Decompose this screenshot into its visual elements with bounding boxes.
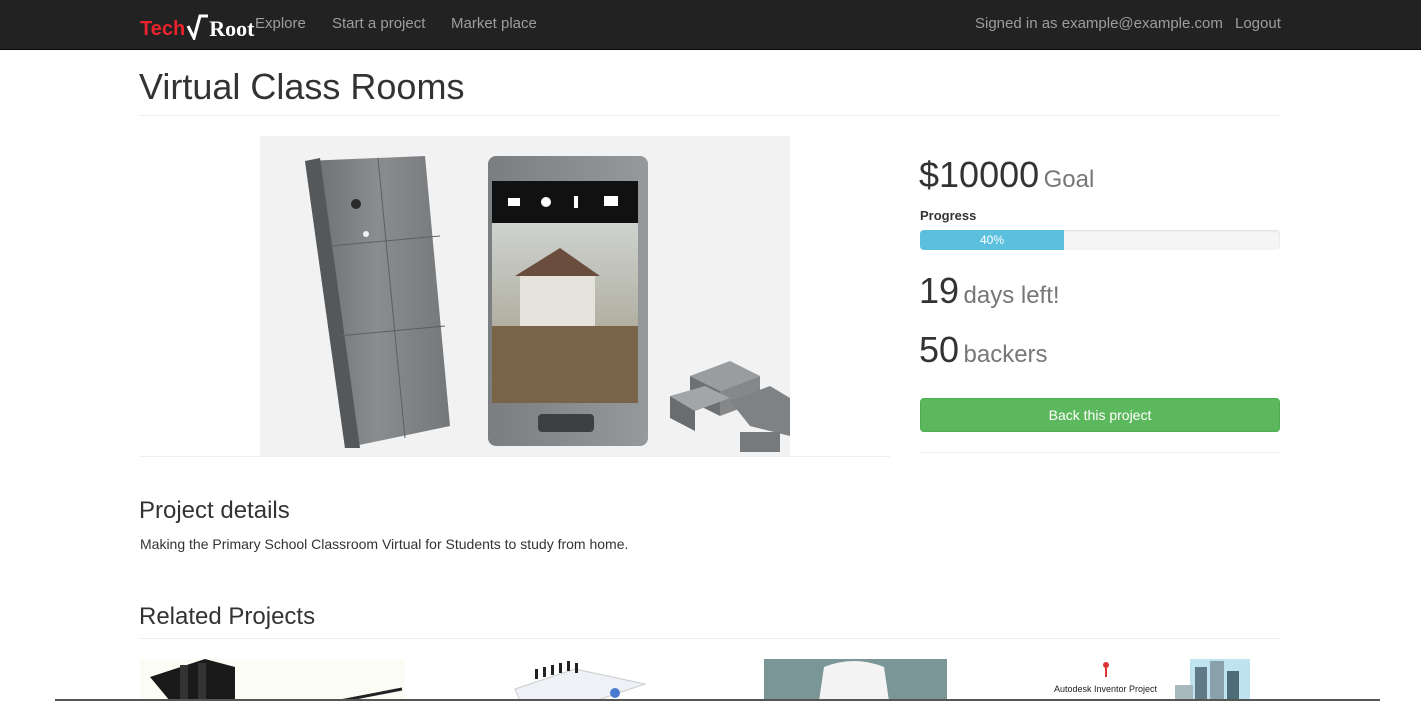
- brand-logo-mark-icon: [186, 12, 209, 43]
- goal-stat: $10000 Goal: [919, 154, 1094, 196]
- logout-link[interactable]: Logout: [1235, 15, 1281, 33]
- image-underline: [140, 456, 890, 457]
- related-project-thumb-3[interactable]: [764, 659, 947, 701]
- brand-logo-root: Root: [209, 16, 255, 41]
- brand-logo-tech: Tech: [140, 18, 186, 40]
- signed-in-text: Signed in as example@example.com: [975, 15, 1223, 32]
- back-project-button[interactable]: Back this project: [920, 398, 1280, 432]
- related-project-thumb-4[interactable]: Autodesk Inventor Project: [1040, 659, 1255, 701]
- days-left-label: days left!: [963, 282, 1060, 309]
- nav-market-place[interactable]: Market place: [451, 15, 537, 33]
- nav-start-project[interactable]: Start a project: [332, 15, 425, 33]
- related-divider: [140, 638, 1280, 639]
- related-project-thumb-1[interactable]: [140, 659, 405, 701]
- related-project-caption-4: Autodesk Inventor Project: [1054, 684, 1158, 694]
- progress-bar-fill: 40%: [920, 230, 1064, 250]
- navbar: Tech Root Explore Start a project Market…: [0, 0, 1421, 50]
- goal-label: Goal: [1043, 166, 1095, 193]
- backers-stat: 50 backers: [919, 329, 1048, 371]
- brand-logo[interactable]: Tech Root: [140, 10, 255, 43]
- backers-value: 50: [919, 329, 960, 370]
- project-details-text: Making the Primary School Classroom Virt…: [140, 536, 629, 552]
- title-divider: [140, 115, 1280, 116]
- project-image-container: [140, 136, 890, 457]
- days-left-stat: 19 days left!: [919, 270, 1060, 312]
- nav-explore[interactable]: Explore: [255, 15, 306, 33]
- page-title: Virtual Class Rooms: [139, 66, 465, 107]
- project-details-heading: Project details: [139, 497, 290, 524]
- backers-label: backers: [963, 341, 1048, 368]
- progress-bar: 40%: [920, 230, 1280, 250]
- stats-divider: [920, 452, 1280, 453]
- days-left-value: 19: [919, 270, 960, 311]
- goal-amount: $10000: [919, 154, 1040, 195]
- project-image: [260, 136, 790, 457]
- related-projects-heading: Related Projects: [139, 603, 316, 630]
- related-project-thumb-2[interactable]: [505, 659, 650, 701]
- progress-label: Progress: [920, 208, 977, 223]
